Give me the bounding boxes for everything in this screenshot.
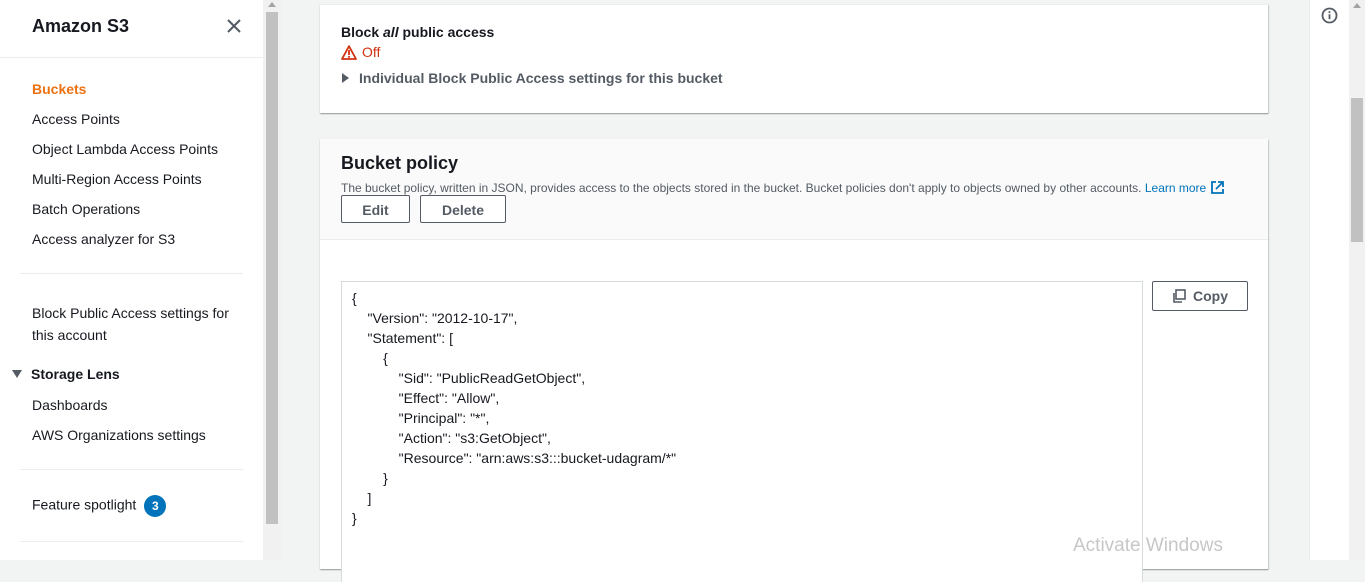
sidebar-section-label: Storage Lens [31,366,120,382]
individual-settings-expander[interactable]: Individual Block Public Access settings … [342,70,723,86]
title-emphasis: all [383,24,399,40]
code-line: { [352,290,357,306]
learn-more-link[interactable]: Learn more [1145,181,1225,195]
sidebar-item-access-points[interactable]: Access Points [32,111,120,127]
sidebar-item-access-analyzer[interactable]: Access analyzer for S3 [32,231,175,247]
copy-button[interactable]: Copy [1152,281,1248,311]
sidebar-title: Amazon S3 [32,16,130,36]
policy-json-viewer[interactable]: { "Version": "2012-10-17", "Statement": … [341,281,1143,582]
code-line: "Principal": "*", [352,410,490,426]
sidebar-item-block-public-access-account[interactable]: Block Public Access settings for this ac… [32,302,242,346]
sidebar-scrollbar[interactable] [263,0,281,560]
bucket-policy-header: Bucket policy The bucket policy, written… [320,139,1268,240]
sidebar-divider [20,273,243,274]
notification-badge: 3 [144,495,167,517]
sidebar-item-buckets[interactable]: Buckets [32,81,86,97]
code-line: } [352,470,388,486]
title-prefix: Block [341,24,384,40]
block-public-access-status: Off [341,44,380,60]
scroll-up-arrow-icon[interactable] [268,2,276,7]
code-line: "Version": "2012-10-17", [352,310,518,326]
sidebar-item-feature-spotlight[interactable]: Feature spotlight 3 [32,495,167,517]
bucket-policy-card: Bucket policy The bucket policy, written… [320,139,1268,582]
code-line: "Resource": "arn:aws:s3:::bucket-udagram… [352,450,677,466]
sidebar-item-dashboards[interactable]: Dashboards [32,397,108,413]
code-line: } [352,510,357,526]
main-scrollbar[interactable] [1349,0,1365,560]
learn-more-label: Learn more [1144,181,1207,195]
copy-label: Copy [1193,288,1228,304]
scroll-up-arrow-icon[interactable] [1353,3,1361,8]
info-icon[interactable] [1321,7,1338,29]
code-line: "Effect": "Allow", [352,390,500,406]
code-line: ] [352,490,372,506]
caret-down-icon [12,370,22,378]
expander-label: Individual Block Public Access settings … [359,70,723,86]
feature-spotlight-label: Feature spotlight [32,496,137,513]
status-text: Off [362,44,381,60]
sidebar-item-aws-organizations-settings[interactable]: AWS Organizations settings [32,427,206,443]
activate-windows-watermark: Activate Windows [1073,535,1223,556]
description-text: The bucket policy, written in JSON, prov… [341,181,1142,195]
side-navigation: Amazon S3 Buckets Access Points Object L… [0,0,263,560]
copy-icon [1173,289,1186,303]
sidebar-divider [20,469,243,470]
sidebar-section-storage-lens[interactable]: Storage Lens [12,366,120,382]
sidebar-header: Amazon S3 [0,0,263,58]
title-suffix: public access [398,24,495,40]
block-public-access-card: Block all public access Off Individual B… [320,4,1268,113]
code-line: "Statement": [ [352,330,453,346]
sidebar-item-batch-operations[interactable]: Batch Operations [32,201,140,217]
caret-right-icon [342,73,349,83]
code-line: "Action": "s3:GetObject", [352,430,551,446]
bucket-policy-description: The bucket policy, written in JSON, prov… [341,180,1225,195]
sidebar-item-object-lambda-access-points[interactable]: Object Lambda Access Points [32,141,218,157]
code-line: "Sid": "PublicReadGetObject", [352,370,586,386]
sidebar-item-multi-region-access-points[interactable]: Multi-Region Access Points [32,171,202,187]
scrollbar-thumb[interactable] [266,12,278,524]
delete-button[interactable]: Delete [420,195,506,223]
warning-icon [341,44,357,60]
tools-panel [1309,0,1350,560]
code-line: { [352,350,388,366]
bucket-policy-title: Bucket policy [341,153,459,173]
sidebar-divider [20,541,243,542]
edit-button[interactable]: Edit [341,195,410,223]
scrollbar-thumb[interactable] [1351,98,1363,242]
close-icon[interactable] [224,16,244,36]
block-public-access-title: Block all public access [341,24,494,40]
external-link-icon [1211,181,1225,194]
